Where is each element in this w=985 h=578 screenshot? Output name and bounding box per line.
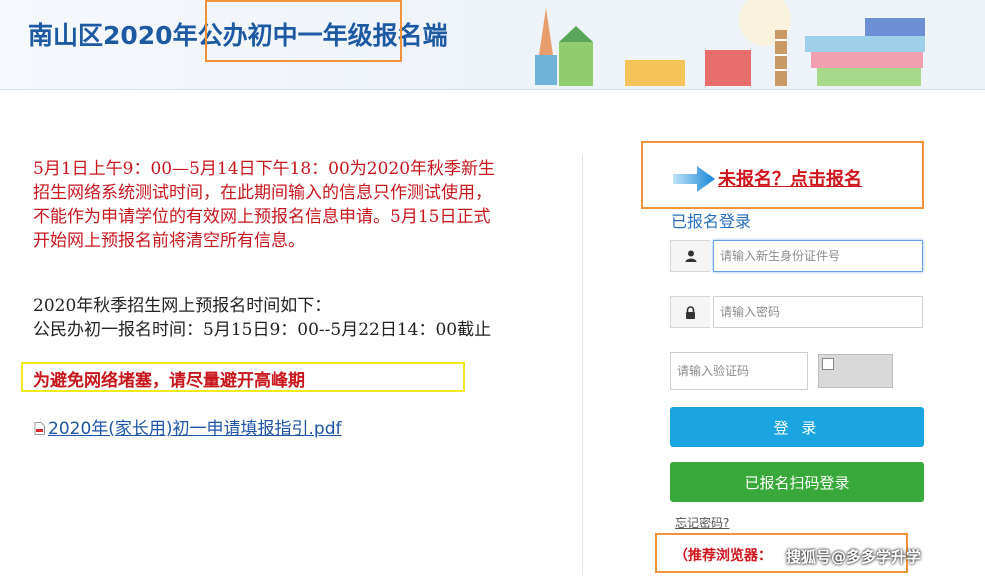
broken-image-icon (822, 358, 834, 370)
captcha-image[interactable] (818, 354, 893, 388)
forgot-password-link[interactable]: 忘记密码? (675, 514, 729, 531)
column-divider (582, 155, 583, 575)
header-illustration (465, 0, 985, 89)
guide-pdf-link[interactable]: 2020年(家长用)初一申请填报指引.pdf (34, 414, 342, 439)
login-button[interactable]: 登 录 (670, 407, 924, 447)
user-icon-cell (670, 240, 710, 272)
peak-warning: 为避免网络堵塞，请尽量避开高峰期 (33, 371, 305, 391)
login-title: 已报名登录 (671, 212, 752, 231)
scan-login-button[interactable]: 已报名扫码登录 (670, 462, 924, 502)
schedule-detail: 公民办初一报名时间：5月15日9：00--5月22日14：00截止 (33, 320, 492, 340)
title-highlight-box (205, 0, 402, 62)
schedule-notice: 2020年秋季招生网上预报名时间如下： 公民办初一报名时间：5月15日9：00-… (33, 294, 503, 342)
pdf-file-icon (34, 422, 45, 435)
lock-icon (686, 305, 695, 319)
password-input[interactable] (713, 296, 923, 328)
page-header: 南山区2020年公办初中一年级报名端 (0, 0, 985, 90)
test-period-notice: 5月1日上午9：00—5月14日下午18：00为2020年秋季新生招生网络系统测… (33, 159, 496, 251)
schedule-heading: 2020年秋季招生网上预报名时间如下： (33, 296, 332, 316)
id-number-input[interactable] (713, 240, 923, 272)
lock-icon-cell (670, 296, 710, 328)
user-icon (685, 250, 696, 262)
captcha-input[interactable] (670, 352, 808, 390)
guide-link-text: 2020年(家长用)初一申请填报指引.pdf (48, 419, 342, 439)
arrow-right-icon (673, 166, 715, 192)
recommended-browser-label: （推荐浏览器： (674, 548, 772, 564)
watermark: 搜狐号@多多学升学 (786, 548, 922, 566)
register-link[interactable]: 未报名？点击报名 (718, 165, 862, 191)
